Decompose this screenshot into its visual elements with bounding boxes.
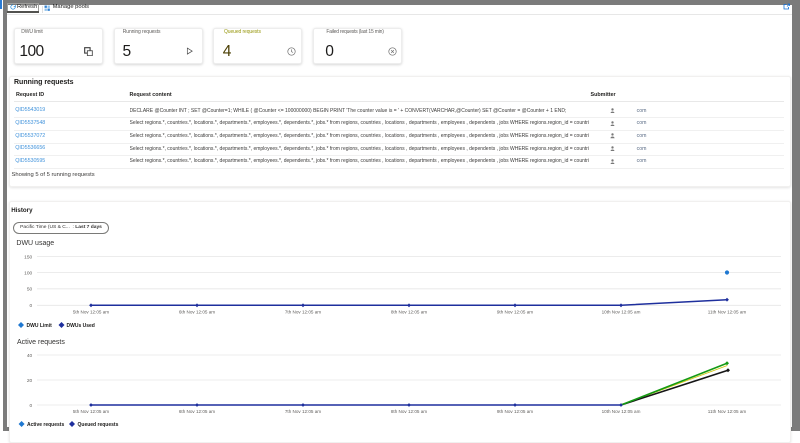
svg-text:7th Nov 12:05 am: 7th Nov 12:05 am	[285, 409, 321, 414]
svg-text:8th Nov 12:05 am: 8th Nov 12:05 am	[391, 309, 427, 314]
svg-text:5th Nov 12:05 am: 5th Nov 12:05 am	[73, 309, 109, 314]
svg-text:9th Nov 12:05 am: 9th Nov 12:05 am	[497, 309, 533, 314]
svg-text:100: 100	[24, 270, 32, 276]
svg-text:10th Nov 12:05 am: 10th Nov 12:05 am	[602, 309, 641, 314]
svg-text:9th Nov 12:05 am: 9th Nov 12:05 am	[497, 409, 533, 414]
svg-text:20: 20	[27, 378, 33, 384]
svg-text:DWUs Used: DWUs Used	[67, 323, 95, 329]
svg-text:0: 0	[30, 303, 33, 309]
svg-text:11th Nov 12:05 am: 11th Nov 12:05 am	[708, 309, 747, 314]
svg-text:50: 50	[27, 287, 33, 293]
svg-text:Queued requests: Queued requests	[78, 422, 119, 427]
svg-text:8th Nov 12:05 am: 8th Nov 12:05 am	[391, 409, 427, 414]
svg-text:0: 0	[30, 403, 33, 409]
svg-text:DWU Limit: DWU Limit	[27, 323, 53, 329]
svg-text:40: 40	[27, 353, 33, 359]
svg-text:150: 150	[24, 254, 32, 260]
svg-text:Active requests: Active requests	[27, 422, 64, 427]
svg-text:6th Nov 12:05 am: 6th Nov 12:05 am	[179, 309, 215, 314]
svg-text:7th Nov 12:05 am: 7th Nov 12:05 am	[285, 309, 321, 314]
svg-text:10th Nov 12:05 am: 10th Nov 12:05 am	[602, 409, 641, 414]
svg-text:11th Nov 12:05 am: 11th Nov 12:05 am	[708, 409, 747, 414]
svg-text:5th Nov 12:05 am: 5th Nov 12:05 am	[73, 409, 109, 414]
svg-text:6th Nov 12:05 am: 6th Nov 12:05 am	[179, 409, 215, 414]
